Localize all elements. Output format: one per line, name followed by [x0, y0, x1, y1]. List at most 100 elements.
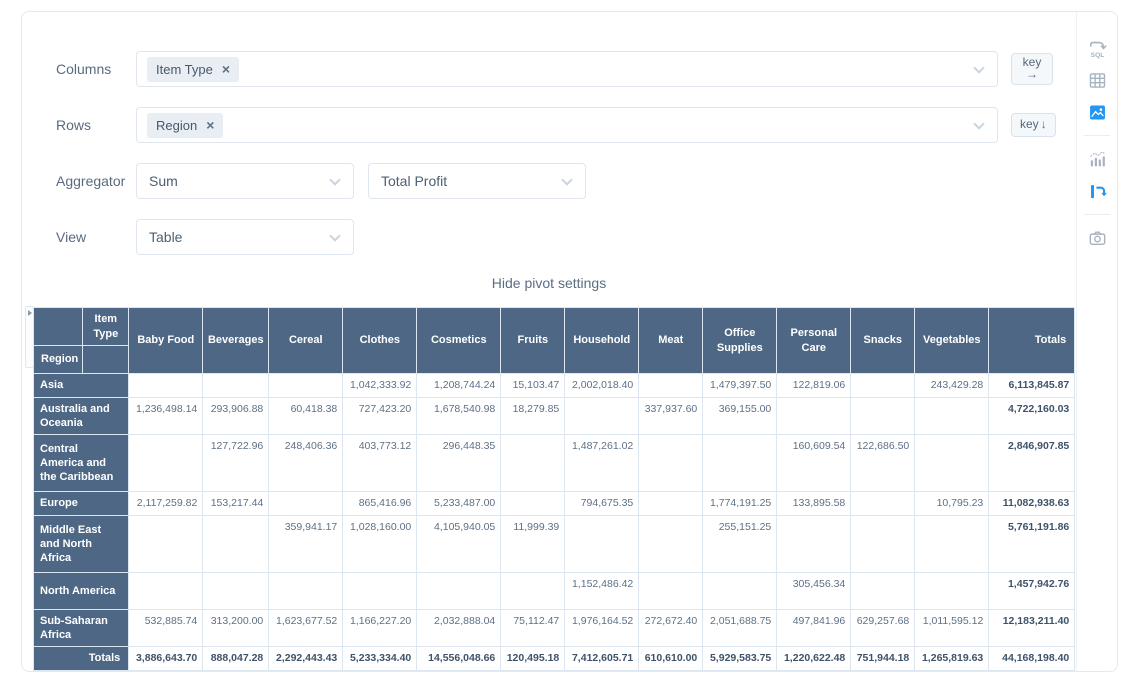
pivot-cell: 60,418.38 [269, 398, 343, 435]
chevron-down-icon [973, 62, 984, 73]
chip-item-type[interactable]: Item Type × [147, 57, 239, 82]
column-header: Cosmetics [417, 308, 501, 374]
aggregator-field-value: Total Profit [381, 173, 447, 189]
pivot-cell: 127,722.96 [203, 435, 269, 492]
row-total-cell: 5,761,191.86 [989, 516, 1075, 573]
column-total-cell: 5,929,583.75 [703, 647, 777, 671]
pivot-cell: 122,686.50 [851, 435, 915, 492]
pivot-cell: 255,151.25 [703, 516, 777, 573]
rows-label: Rows [56, 117, 136, 133]
columns-key-order-button[interactable]: key → [1011, 53, 1053, 86]
row-header: Asia [34, 374, 129, 398]
pivot-cell: 497,841.96 [777, 610, 851, 647]
pivot-row: Sub-Saharan Africa532,885.74313,200.001,… [34, 610, 1075, 647]
pivot-cell: 727,423.20 [343, 398, 417, 435]
corner-blank-cell [34, 308, 83, 346]
pivot-icon[interactable] [1085, 179, 1109, 203]
pivot-cell: 248,406.36 [269, 435, 343, 492]
col-axis-label: Item Type [83, 308, 129, 346]
pivot-cell [703, 435, 777, 492]
column-header: Personal Care [777, 308, 851, 374]
rows-key-order-button[interactable]: key↓ [1011, 113, 1056, 138]
pivot-cell: 122,819.06 [777, 374, 851, 398]
pivot-row: Asia1,042,333.921,208,744.2415,103.472,0… [34, 374, 1075, 398]
pivot-cell [851, 398, 915, 435]
sql-icon[interactable]: SQL [1085, 36, 1109, 60]
pivot-cell [343, 573, 417, 610]
pivot-cell: 133,895.58 [777, 492, 851, 516]
pivot-cell [851, 573, 915, 610]
hide-pivot-settings-link[interactable]: Hide pivot settings [22, 275, 1076, 291]
camera-icon[interactable] [1085, 226, 1109, 250]
pivot-cell [915, 398, 989, 435]
rows-key-label: key [1020, 117, 1039, 131]
pivot-cell: 1,011,595.12 [915, 610, 989, 647]
pivot-cell [703, 573, 777, 610]
pivot-row: North America1,152,486.42305,456.341,457… [34, 573, 1075, 610]
pivot-cell [639, 374, 703, 398]
chevron-down-icon [329, 174, 340, 185]
view-row: View Table [56, 219, 1076, 255]
pivot-cell: 75,112.47 [501, 610, 565, 647]
pivot-table: Item TypeBaby FoodBeveragesCerealClothes… [33, 307, 1075, 671]
pivot-cell: 272,672.40 [639, 610, 703, 647]
pivot-cell [565, 516, 639, 573]
columns-field[interactable]: Item Type × [136, 51, 998, 87]
column-total-cell: 7,412,605.71 [565, 647, 639, 671]
pivot-cell: 1,976,164.52 [565, 610, 639, 647]
pivot-cell [639, 516, 703, 573]
view-select[interactable]: Table [136, 219, 354, 255]
column-total-cell: 1,220,622.48 [777, 647, 851, 671]
pivot-cell [851, 492, 915, 516]
aggregator-label: Aggregator [56, 173, 136, 189]
chip-remove-icon[interactable]: × [222, 62, 230, 76]
pivot-cell: 2,117,259.82 [129, 492, 203, 516]
pivot-cell: 10,795.23 [915, 492, 989, 516]
row-total-cell: 1,457,942.76 [989, 573, 1075, 610]
grand-total-cell: 44,168,198.40 [989, 647, 1075, 671]
table-icon[interactable] [1085, 68, 1109, 92]
column-header: Fruits [501, 308, 565, 374]
pivot-cell: 1,028,160.00 [343, 516, 417, 573]
column-header: Snacks [851, 308, 915, 374]
combo-chart-icon[interactable] [1085, 147, 1109, 171]
pivot-cell: 160,609.54 [777, 435, 851, 492]
chip-item-type-label: Item Type [156, 62, 213, 77]
pivot-cell: 1,623,677.52 [269, 610, 343, 647]
pivot-cell: 629,257.68 [851, 610, 915, 647]
image-icon[interactable] [1085, 100, 1109, 124]
row-header: Australia and Oceania [34, 398, 129, 435]
aggregator-field-select[interactable]: Total Profit [368, 163, 586, 199]
view-label: View [56, 229, 136, 245]
rows-field[interactable]: Region × [136, 107, 998, 143]
row-total-cell: 6,113,845.87 [989, 374, 1075, 398]
visualization-toolbar: SQL [1076, 12, 1117, 671]
aggregator-select[interactable]: Sum [136, 163, 354, 199]
row-total-cell: 12,183,211.40 [989, 610, 1075, 647]
pivot-cell: 2,051,688.75 [703, 610, 777, 647]
pivot-cell: 1,042,333.92 [343, 374, 417, 398]
pivot-cell [501, 492, 565, 516]
collapse-panel-handle[interactable] [25, 306, 34, 368]
pivot-row: Middle East and North Africa359,941.171,… [34, 516, 1075, 573]
pivot-cell [269, 492, 343, 516]
pivot-settings: Columns Item Type × key → Rows R [22, 12, 1076, 255]
right-arrow-icon: → [1021, 68, 1043, 82]
pivot-cell: 337,937.60 [639, 398, 703, 435]
pivot-cell: 5,233,487.00 [417, 492, 501, 516]
aggregator-value: Sum [149, 173, 178, 189]
column-header: Cereal [269, 308, 343, 374]
columns-row: Columns Item Type × key → [56, 51, 1076, 87]
column-header: Clothes [343, 308, 417, 374]
pivot-cell [851, 516, 915, 573]
pivot-cell: 4,105,940.05 [417, 516, 501, 573]
pivot-cell [915, 573, 989, 610]
pivot-cell [639, 435, 703, 492]
totals-row: Totals3,886,643.70888,047.282,292,443.43… [34, 647, 1075, 671]
pivot-cell: 865,416.96 [343, 492, 417, 516]
row-header: Central America and the Caribbean [34, 435, 129, 492]
totals-row-header: Totals [34, 647, 129, 671]
chip-remove-icon[interactable]: × [206, 118, 214, 132]
chip-region-label: Region [156, 118, 197, 133]
chip-region[interactable]: Region × [147, 113, 223, 138]
